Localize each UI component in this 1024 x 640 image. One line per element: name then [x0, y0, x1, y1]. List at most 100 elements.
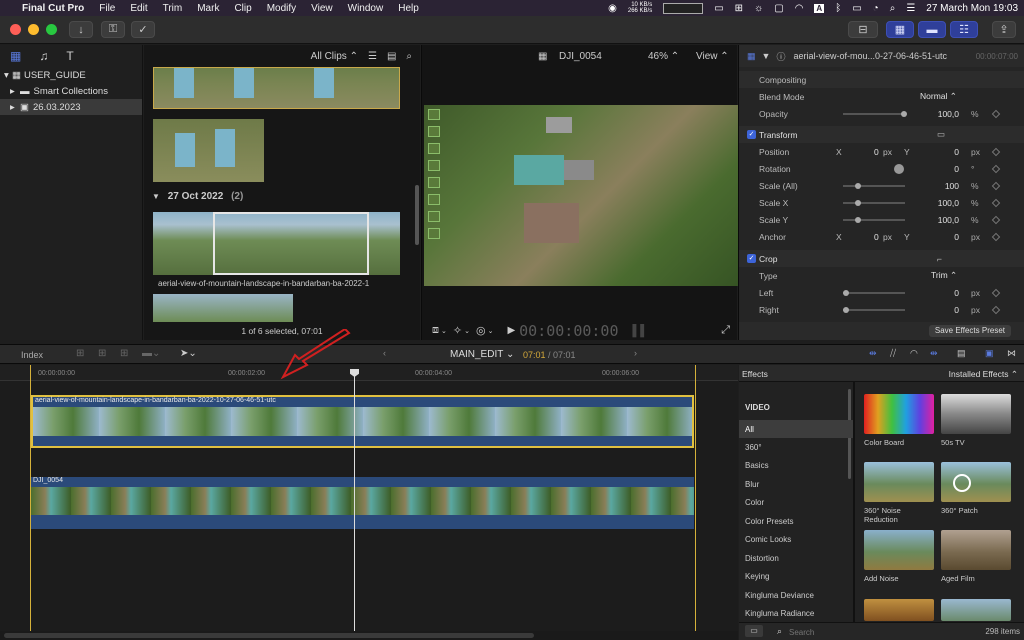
keyframe-icon[interactable] [991, 147, 1001, 156]
minimize-window-button[interactable] [28, 24, 39, 35]
category-color-presets[interactable]: Color Presets [739, 512, 853, 530]
menu-trim[interactable]: Trim [163, 3, 183, 14]
crop-type-dropdown[interactable]: Trim ⌃ [931, 270, 957, 281]
category-kingluma-radiance[interactable]: Kingluma Radiance [739, 604, 853, 622]
clip-thumbnail[interactable] [153, 294, 293, 322]
snapping-icon[interactable]: ⇹ [930, 348, 938, 359]
menubar-clock[interactable]: 27 March Mon 19:03 [926, 3, 1018, 14]
keyframe-icon[interactable] [991, 198, 1001, 207]
video-frame[interactable] [424, 105, 738, 286]
effects-search-input[interactable] [789, 626, 909, 638]
keyboard-input-icon[interactable]: A [814, 3, 825, 13]
keyframe-icon[interactable] [991, 305, 1001, 314]
import-button[interactable]: ↓ [69, 21, 93, 38]
crop-overlay-icon[interactable]: ⌐ [937, 254, 942, 264]
video-inspector-icon[interactable]: ▦ [747, 51, 756, 62]
bluetooth-icon[interactable]: ᛒ [835, 3, 841, 14]
slider-knob[interactable] [855, 200, 861, 206]
audio-meter-icon[interactable]: ▐▐ [629, 325, 645, 337]
category-blur[interactable]: Blur [739, 475, 853, 493]
scale-x-value[interactable]: 100,0 [938, 198, 959, 208]
position-x-value[interactable]: 0 [874, 147, 879, 157]
filter-icon[interactable]: ▼ [762, 51, 771, 61]
search-icon[interactable]: ⌕ [406, 51, 412, 62]
keyframe-icon[interactable] [991, 215, 1001, 224]
transform-tool-icon[interactable]: ⧈ [432, 324, 439, 337]
wifi-icon[interactable]: ◔ [873, 3, 879, 14]
scale-all-value[interactable]: 100 [945, 181, 959, 191]
chevron-down-icon[interactable]: ⌄ [464, 327, 470, 335]
scale-all-slider[interactable] [843, 183, 905, 189]
append-clip-icon[interactable]: ⊞ [120, 348, 128, 359]
forward-arrow-icon[interactable]: › [634, 348, 637, 358]
cpu-graph[interactable] [663, 2, 704, 14]
effect-add-noise[interactable]: Add Noise [864, 530, 934, 583]
transform-checkbox[interactable]: ✓ [747, 130, 756, 139]
skimming-icon[interactable]: ⇹ [869, 348, 877, 359]
fullscreen-icon[interactable]: ⤢ [721, 324, 730, 337]
menu-app-name[interactable]: Final Cut Pro [22, 3, 84, 14]
project-dropdown[interactable]: MAIN_EDIT ⌄ [450, 349, 514, 360]
effect-360-patch[interactable]: 360° Patch [941, 462, 1011, 515]
anchor-y-value[interactable]: 0 [954, 232, 959, 242]
view-dropdown[interactable]: View ⌃ [696, 51, 729, 62]
opacity-slider[interactable] [843, 111, 907, 117]
effect-50s-tv[interactable]: 50s TV [941, 394, 1011, 447]
save-effects-preset-button[interactable]: Save Effects Preset [928, 325, 1011, 337]
effect-360-noise-reduction[interactable]: 360° Noise Reduction [864, 462, 934, 524]
clip-thumbnail[interactable] [153, 119, 264, 182]
keyframe-icon[interactable] [991, 109, 1001, 118]
show-browser-button[interactable]: ▦ [886, 21, 914, 38]
position-y-value[interactable]: 0 [954, 147, 959, 157]
category-color[interactable]: Color [739, 493, 853, 511]
effects-browser-icon[interactable]: ▣ [985, 348, 994, 359]
category-comic-looks[interactable]: Comic Looks [739, 530, 853, 548]
compositing-section[interactable]: Compositing [739, 71, 1024, 88]
keyframe-icon[interactable] [991, 164, 1001, 173]
battery-icon[interactable]: ▭ [852, 3, 861, 14]
transitions-browser-icon[interactable]: ⋈ [1007, 348, 1016, 359]
timeline-clip-aerial[interactable]: aerial-view-of-mountain-landscape-in-ban… [31, 395, 694, 448]
disclosure-icon[interactable]: ▾ [4, 70, 12, 81]
clipboard-icon[interactable]: ⊞ [735, 3, 743, 14]
background-tasks-button[interactable]: ✓ [131, 21, 155, 38]
select-tool-icon[interactable]: ➤⌄ [180, 348, 197, 359]
effect-color-board[interactable]: Color Board [864, 394, 934, 447]
chevron-down-icon[interactable]: ⌄ [488, 327, 494, 335]
info-icon[interactable]: ⓘ [776, 50, 785, 63]
timeline-ruler[interactable]: 00:00:00:00 00:00:02:00 00:00:04:00 00:0… [0, 365, 738, 381]
menu-help[interactable]: Help [398, 3, 419, 14]
category-basics[interactable]: Basics [739, 456, 853, 474]
category-360[interactable]: 360° [739, 438, 853, 456]
clip-appearance-icon[interactable]: ▤ [957, 348, 966, 359]
titles-generators-icon[interactable]: T [66, 49, 73, 63]
clip-filter-dropdown[interactable]: All Clips ⌃ [311, 51, 358, 62]
search-icon[interactable]: ⌕ [890, 3, 896, 14]
scale-x-slider[interactable] [843, 200, 905, 206]
slider-knob[interactable] [855, 183, 861, 189]
headphones-icon[interactable]: ◠ [795, 3, 804, 14]
category-kingluma-deviance[interactable]: Kingluma Deviance [739, 586, 853, 604]
selected-clip-thumbnail[interactable] [153, 212, 400, 275]
category-distortion[interactable]: Distortion [739, 549, 853, 567]
opacity-value[interactable]: 100,0 [938, 109, 959, 119]
connect-clip-icon[interactable]: ⊞ [76, 348, 84, 359]
rotation-dial[interactable] [894, 163, 904, 174]
slider-knob[interactable] [843, 290, 849, 296]
transform-section[interactable]: ✓ Transform ▭ [739, 126, 1024, 143]
disclosure-icon[interactable]: ▸ [10, 86, 20, 97]
vpn-icon[interactable]: ◉ [608, 3, 617, 14]
library-item-user-guide[interactable]: ▾ ▦ USER_GUIDE [0, 67, 142, 83]
play-button[interactable]: ▶ [507, 325, 515, 336]
chevron-down-icon[interactable]: ⌄ [441, 327, 447, 335]
date-group-header[interactable]: ▼ 27 Oct 2022 (2) [152, 191, 243, 202]
share-button[interactable]: ⇪ [992, 21, 1016, 38]
keyframe-icon[interactable] [991, 288, 1001, 297]
menu-mark[interactable]: Mark [197, 3, 219, 14]
workspace-button[interactable]: ⊟ [848, 21, 878, 38]
filmstrip-view-icon[interactable]: ☰ [368, 51, 377, 62]
crop-right-value[interactable]: 0 [954, 305, 959, 315]
slider-knob[interactable] [901, 111, 907, 117]
magic-wand-icon[interactable]: ✧ [453, 324, 462, 337]
clip-range-selection[interactable] [213, 212, 369, 275]
